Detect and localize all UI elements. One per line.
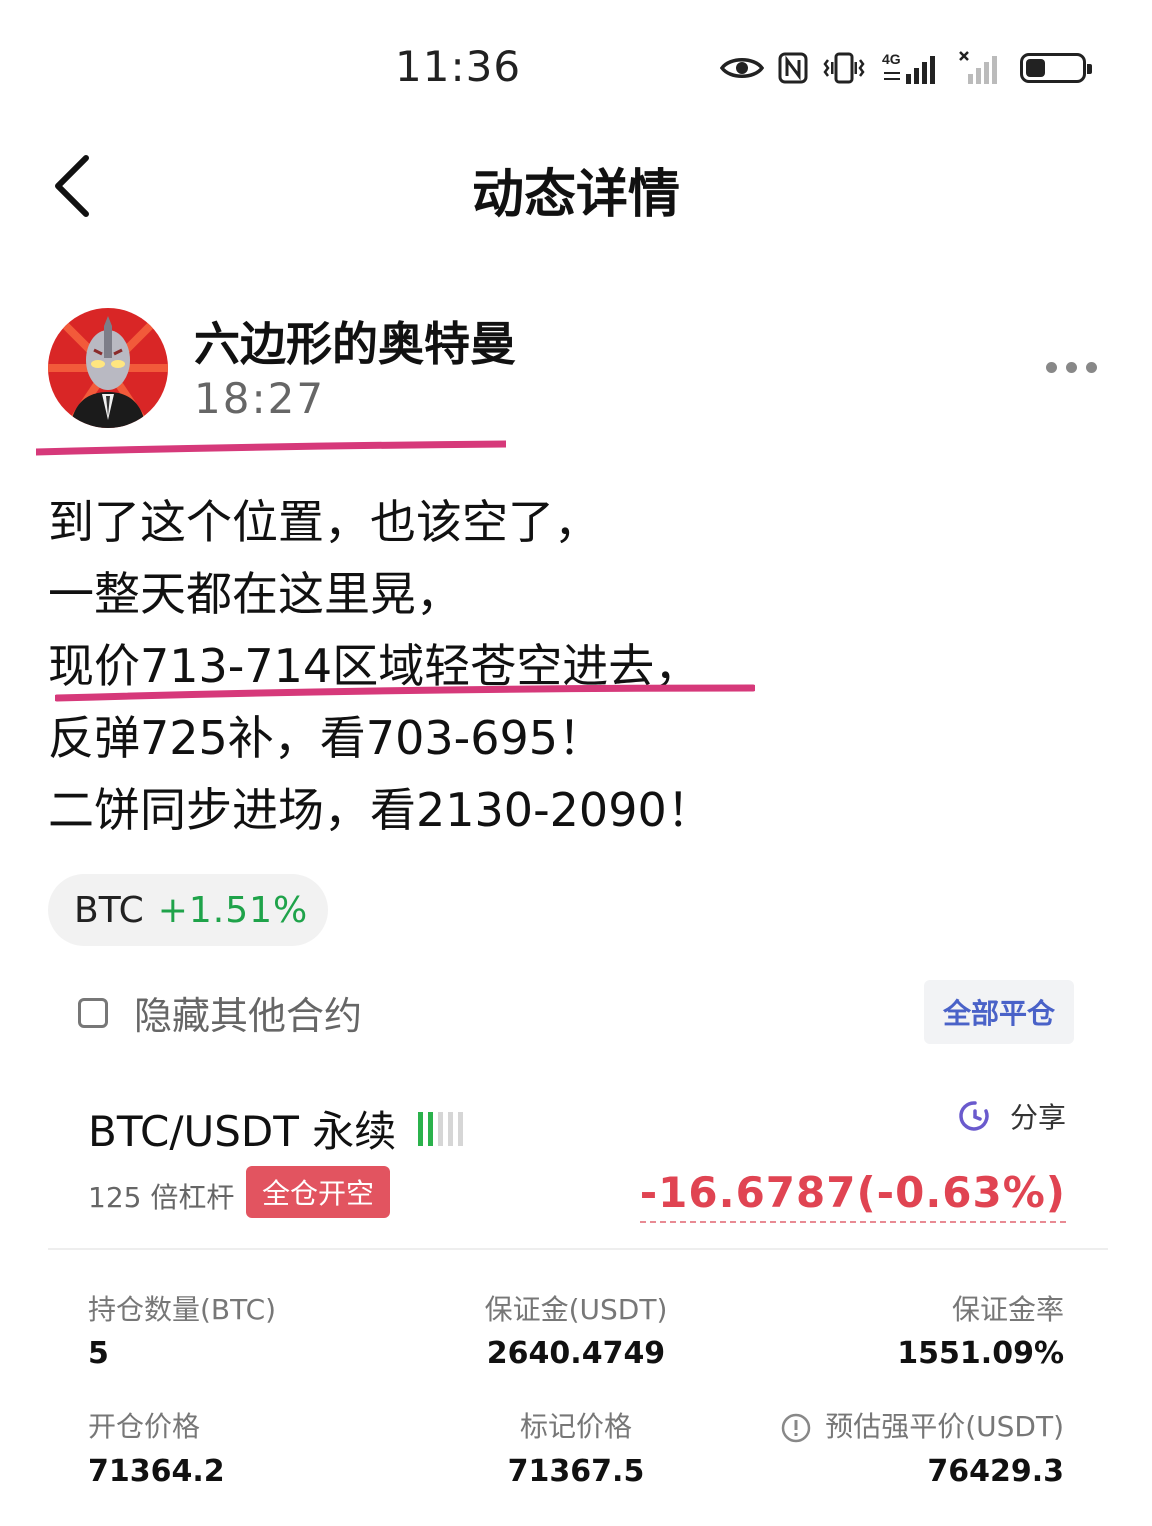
hide-contracts-checkbox[interactable] xyxy=(78,997,108,1028)
ticker-change: +1.51% xyxy=(157,889,309,931)
share-icon xyxy=(959,1101,989,1131)
share-label: 分享 xyxy=(1010,1101,1067,1134)
liquidation-price-label: 预估强平价(USDT) xyxy=(825,1410,1064,1443)
avatar[interactable] xyxy=(48,308,168,428)
highlight-underline xyxy=(36,440,506,456)
liquidation-price-value: 76429.3 xyxy=(927,1454,1064,1489)
post-line: 二饼同步进场，看2130-2090！ xyxy=(48,783,713,837)
cellular-signal-icon: 4G xyxy=(882,51,935,84)
network-type-label: 4G xyxy=(882,51,901,67)
nfc-icon xyxy=(778,52,808,84)
ticker-symbol: BTC xyxy=(74,889,144,931)
margin-ratio-label: 保证金率 xyxy=(951,1293,1064,1326)
contract-pair[interactable]: BTC/USDT 永续 xyxy=(88,1098,464,1159)
author-name[interactable]: 六边形的奥特曼 xyxy=(194,308,516,374)
page-title: 动态详情 xyxy=(471,165,680,225)
contract-pair-label: BTC/USDT 永续 xyxy=(88,1107,397,1156)
post-content: 到了这个位置，也该空了， 一整天都在这里晃， 现价713-714区域轻苍空进去，… xyxy=(48,486,713,846)
post-time: 18:27 xyxy=(194,374,326,423)
signal-strength-icon xyxy=(418,1111,464,1146)
avatar-image xyxy=(48,308,168,428)
divider xyxy=(48,1248,1108,1250)
eye-icon xyxy=(720,58,764,78)
hide-contracts-label: 隐藏其他合约 xyxy=(134,994,363,1038)
ticker-chip[interactable]: BTC +1.51% xyxy=(48,874,328,946)
margin-ratio-value: 1551.09% xyxy=(897,1336,1064,1371)
leverage-label: 125 倍杠杆 xyxy=(88,1181,235,1214)
close-all-button[interactable]: 全部平仓 xyxy=(924,980,1074,1044)
more-options-icon[interactable] xyxy=(1046,362,1097,373)
liquidation-price-row[interactable]: 预估强平价(USDT) xyxy=(781,1405,1064,1445)
direction-tag: 全仓开空 xyxy=(246,1166,390,1218)
post-line: 一整天都在这里晃， xyxy=(48,567,462,621)
no-signal-icon xyxy=(959,51,997,84)
post-line: 反弹725补，看703-695！ xyxy=(48,711,604,765)
status-time: 11:36 xyxy=(395,42,522,91)
vibrate-icon xyxy=(823,52,865,84)
unrealized-pnl[interactable]: -16.6787(-0.63%) xyxy=(639,1168,1066,1223)
post-line: 到了这个位置，也该空了， xyxy=(48,495,600,549)
battery-icon xyxy=(1020,53,1092,83)
info-icon[interactable] xyxy=(781,1413,811,1443)
highlight-underline xyxy=(55,684,755,702)
status-icons: 4G xyxy=(720,46,1092,90)
hide-other-contracts[interactable]: 隐藏其他合约 xyxy=(78,985,362,1040)
share-button[interactable]: 分享 xyxy=(958,1096,1066,1136)
